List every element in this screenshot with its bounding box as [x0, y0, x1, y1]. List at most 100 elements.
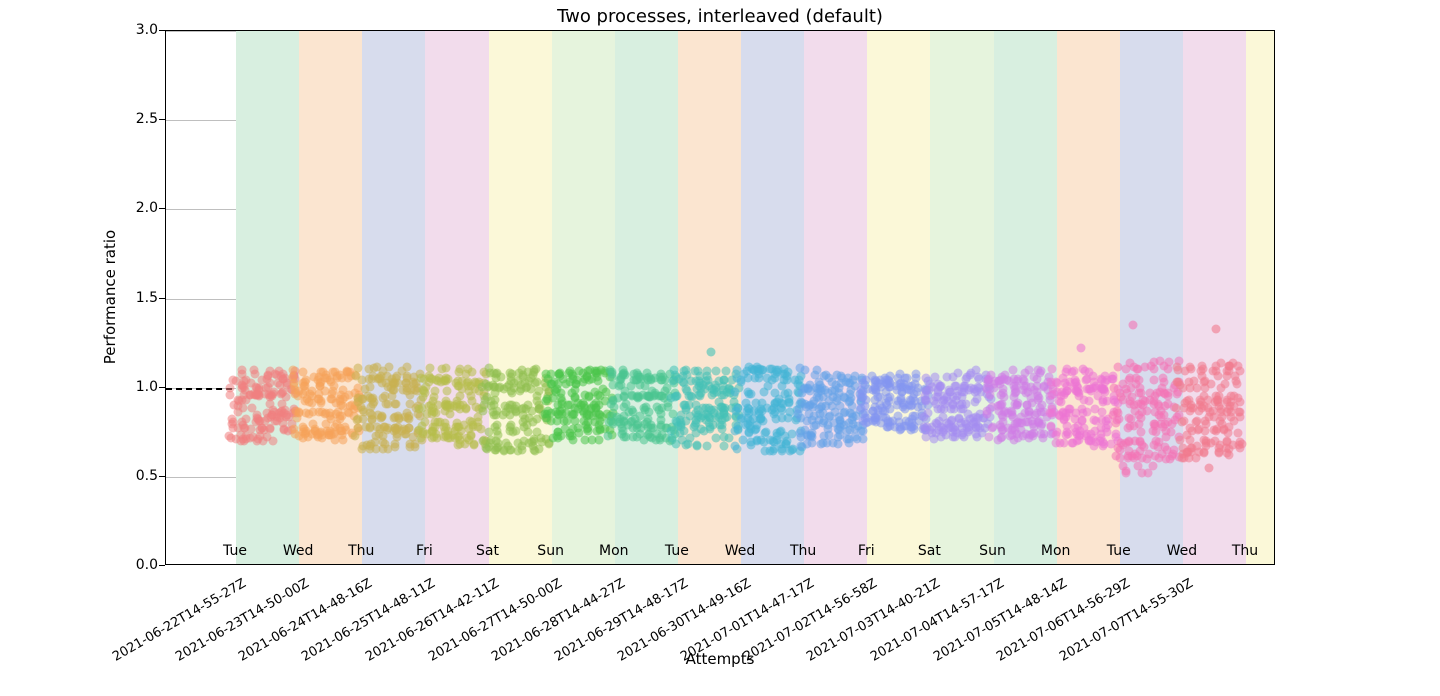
day-band [615, 31, 678, 564]
weekday-label: Sat [918, 543, 941, 559]
data-point [520, 437, 529, 446]
weekday-label: Wed [1167, 543, 1198, 559]
data-point [1114, 415, 1123, 424]
data-point [1103, 428, 1112, 437]
data-point [318, 367, 327, 376]
data-point [591, 368, 600, 377]
data-point [896, 369, 905, 378]
data-point [558, 405, 567, 414]
data-point [1185, 362, 1194, 371]
weekday-label: Mon [1041, 543, 1071, 559]
data-point [1036, 421, 1045, 430]
y-axis-label: Performance ratio [101, 230, 119, 364]
data-point [1231, 372, 1240, 381]
data-point [573, 376, 582, 385]
data-point [1188, 404, 1197, 413]
data-point [972, 430, 981, 439]
data-point [442, 432, 451, 441]
data-point [679, 426, 688, 435]
day-band [299, 31, 362, 564]
data-point [1112, 451, 1121, 460]
data-point [679, 366, 688, 375]
data-point [466, 430, 475, 439]
data-point [354, 394, 363, 403]
data-point [581, 390, 590, 399]
data-point [262, 375, 271, 384]
data-point [542, 370, 551, 379]
data-point [1025, 407, 1034, 416]
data-point [402, 409, 411, 418]
data-point [692, 442, 701, 451]
data-point [332, 372, 341, 381]
data-point [987, 424, 996, 433]
day-band [741, 31, 804, 564]
weekday-label: Tue [1107, 543, 1131, 559]
y-tick-label: 1.5 [118, 290, 158, 306]
data-point [392, 433, 401, 442]
data-point [592, 404, 601, 413]
data-point [255, 426, 264, 435]
data-point [509, 427, 518, 436]
data-point [381, 400, 390, 409]
data-point [365, 445, 374, 454]
data-point [1060, 415, 1069, 424]
data-point [541, 409, 550, 418]
data-point [252, 411, 261, 420]
data-point [352, 372, 361, 381]
data-point [406, 390, 415, 399]
data-point [1110, 384, 1119, 393]
y-tick-mark [159, 298, 165, 299]
data-point [421, 418, 430, 427]
data-point [706, 348, 715, 357]
day-band [425, 31, 488, 564]
data-point [719, 433, 728, 442]
data-point [758, 366, 767, 375]
data-point [313, 429, 322, 438]
data-point [553, 434, 562, 443]
data-point [443, 386, 452, 395]
weekday-label: Fri [858, 543, 875, 559]
data-point [537, 434, 546, 443]
data-point [1224, 422, 1233, 431]
day-band [362, 31, 425, 564]
data-point [329, 382, 338, 391]
data-point [629, 408, 638, 417]
data-point [469, 439, 478, 448]
data-point [1114, 363, 1123, 372]
data-point [907, 386, 916, 395]
data-point [851, 433, 860, 442]
data-point [759, 437, 768, 446]
data-point [452, 422, 461, 431]
data-point [809, 411, 818, 420]
data-point [1140, 442, 1149, 451]
data-point [376, 414, 385, 423]
data-point [883, 417, 892, 426]
data-point [998, 384, 1007, 393]
data-point [390, 424, 399, 433]
data-point [657, 421, 666, 430]
data-point [719, 442, 728, 451]
weekday-label: Thu [790, 543, 816, 559]
data-point [452, 402, 461, 411]
data-point [733, 445, 742, 454]
data-point [305, 409, 314, 418]
data-point [430, 386, 439, 395]
data-point [1086, 385, 1095, 394]
data-point [654, 405, 663, 414]
data-point [608, 372, 617, 381]
data-point [1073, 383, 1082, 392]
data-point [787, 445, 796, 454]
data-point [869, 417, 878, 426]
data-point [861, 376, 870, 385]
data-point [948, 433, 957, 442]
data-point [467, 396, 476, 405]
data-point [667, 426, 676, 435]
data-point [996, 401, 1005, 410]
day-band [804, 31, 867, 564]
data-point [820, 371, 829, 380]
data-point [947, 415, 956, 424]
data-point [496, 373, 505, 382]
day-band [236, 31, 299, 564]
y-tick-label: 0.5 [118, 468, 158, 484]
data-point [834, 433, 843, 442]
